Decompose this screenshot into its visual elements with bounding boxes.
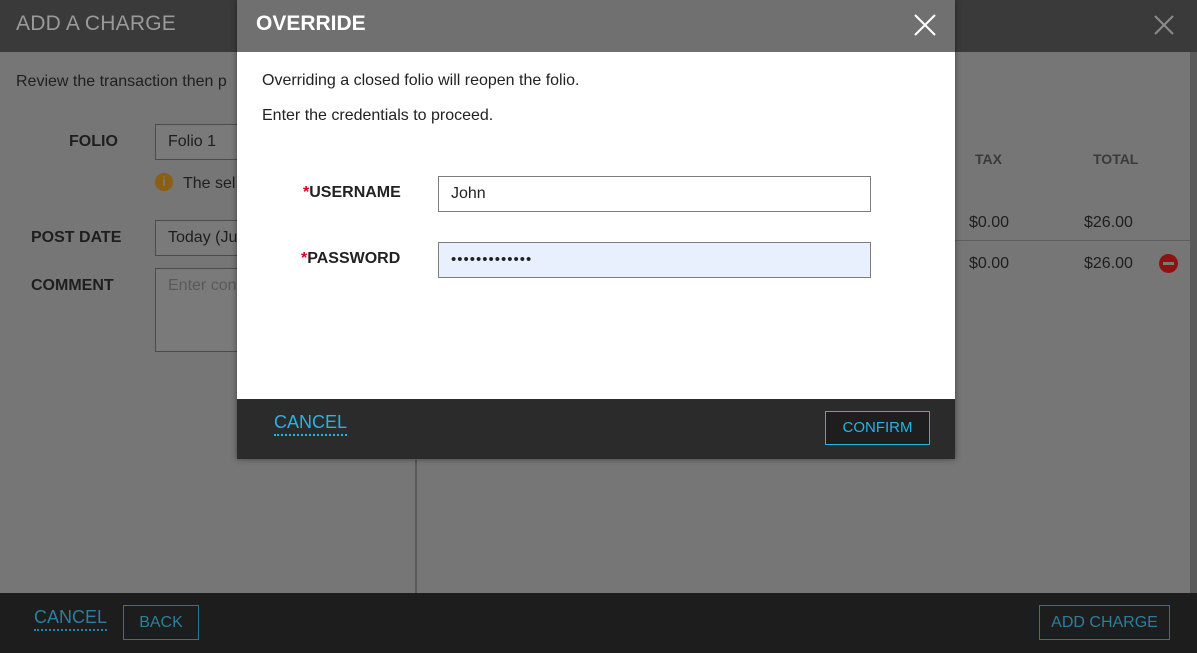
password-label: *PASSWORD	[301, 250, 400, 268]
column-header-total: TOTAL	[1093, 151, 1139, 167]
cancel-button[interactable]: CANCEL	[274, 412, 348, 436]
password-label-text: PASSWORD	[307, 250, 401, 267]
dialog-message: Overriding a closed folio will reopen th…	[262, 72, 580, 89]
dialog-body: Overriding a closed folio will reopen th…	[237, 52, 955, 399]
comment-textarea[interactable]: Enter con	[155, 268, 245, 352]
post-date-label: POST DATE	[31, 229, 122, 246]
scrollbar-track	[1190, 52, 1197, 593]
dialog-title: OVERRIDE	[256, 12, 366, 35]
username-field[interactable]: John	[438, 176, 871, 212]
override-dialog: OVERRIDE Overriding a closed folio will …	[237, 0, 955, 459]
dialog-header: OVERRIDE	[237, 0, 955, 52]
background-cancel-link[interactable]: CANCEL	[34, 607, 108, 631]
table-cell-tax: $0.00	[969, 214, 1010, 231]
confirm-button[interactable]: CONFIRM	[825, 411, 930, 445]
table-cell-tax: $0.00	[969, 255, 1010, 272]
back-button[interactable]: BACK	[123, 605, 199, 640]
dialog-footer: CANCEL CONFIRM	[237, 399, 955, 459]
comment-label: COMMENT	[31, 277, 114, 294]
info-icon: i	[155, 173, 173, 191]
remove-icon[interactable]	[1159, 254, 1178, 273]
column-header-tax: TAX	[975, 151, 1002, 167]
background-intro-text: Review the transaction then p	[16, 73, 227, 90]
close-icon[interactable]	[913, 13, 937, 37]
add-charge-button[interactable]: ADD CHARGE	[1039, 605, 1170, 640]
close-icon[interactable]	[1153, 14, 1175, 36]
username-label: *USERNAME	[303, 184, 401, 202]
username-label-text: USERNAME	[309, 184, 401, 201]
folio-note: The sel	[183, 175, 236, 192]
post-date-select[interactable]: Today (Ju	[155, 220, 245, 256]
password-field[interactable]: •••••••••••••	[438, 242, 871, 278]
panel-divider	[415, 460, 417, 593]
table-row-divider	[955, 240, 1190, 241]
background-title: ADD A CHARGE	[16, 12, 176, 35]
table-cell-total: $26.00	[1084, 214, 1133, 231]
folio-select[interactable]: Folio 1	[155, 124, 245, 160]
table-cell-total: $26.00	[1084, 255, 1133, 272]
dialog-instruction: Enter the credentials to proceed.	[262, 107, 494, 124]
folio-label: FOLIO	[69, 133, 118, 150]
